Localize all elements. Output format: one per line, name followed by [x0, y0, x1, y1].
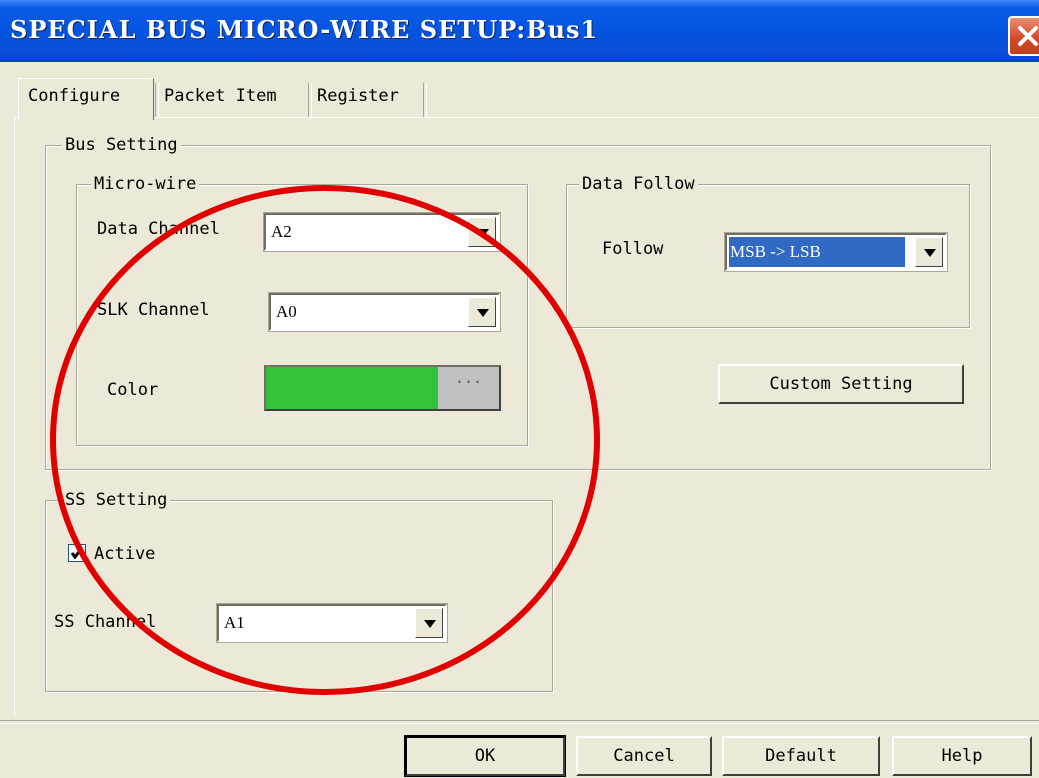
- active-checkbox[interactable]: [68, 544, 86, 562]
- ok-button[interactable]: OK: [404, 735, 566, 777]
- slk-channel-label: SLK Channel: [97, 300, 210, 320]
- data-channel-select[interactable]: A2: [263, 212, 501, 252]
- window-title: SPECIAL BUS MICRO-WIRE SETUP:Bus1: [10, 15, 599, 44]
- ss-channel-value: A1: [224, 613, 245, 632]
- follow-select[interactable]: MSB -> LSB: [724, 232, 948, 272]
- chevron-down-icon: [477, 309, 489, 317]
- help-button[interactable]: Help: [892, 736, 1032, 776]
- dropdown-button[interactable]: [915, 237, 943, 267]
- dropdown-button[interactable]: [415, 608, 443, 638]
- bus-setting-legend: Bus Setting: [62, 134, 181, 156]
- custom-setting-button[interactable]: Custom Setting: [718, 364, 964, 404]
- active-label: Active: [94, 544, 156, 564]
- close-x-icon: [1018, 26, 1038, 46]
- chevron-down-icon: [424, 620, 436, 628]
- color-swatch[interactable]: [266, 367, 438, 409]
- title-bar: SPECIAL BUS MICRO-WIRE SETUP:Bus1: [0, 0, 1039, 62]
- tab-configure[interactable]: Configure: [22, 80, 152, 116]
- chevron-down-icon: [924, 249, 936, 257]
- micro-wire-legend: Micro-wire: [91, 173, 200, 195]
- close-button[interactable]: [1008, 16, 1039, 56]
- data-channel-value: A2: [271, 222, 292, 241]
- bus-setting-group: Bus Setting Micro-wire Data Channel A2 S…: [45, 134, 991, 470]
- ss-channel-select[interactable]: A1: [216, 603, 448, 643]
- color-picker[interactable]: ···: [264, 365, 501, 411]
- follow-label: Follow: [602, 239, 664, 259]
- micro-wire-group: Micro-wire Data Channel A2 SLK Channel A…: [76, 173, 528, 446]
- dropdown-button[interactable]: [468, 297, 496, 327]
- color-label: Color: [107, 380, 159, 400]
- follow-value: MSB -> LSB: [730, 242, 821, 261]
- checkmark-icon: [70, 547, 84, 560]
- data-channel-label: Data Channel: [97, 219, 220, 239]
- data-follow-legend: Data Follow: [579, 173, 698, 195]
- tab-packet-item[interactable]: Packet Item: [158, 80, 308, 116]
- color-browse-button[interactable]: ···: [438, 367, 499, 409]
- tab-register[interactable]: Register: [311, 80, 423, 116]
- chevron-down-icon: [477, 229, 489, 237]
- ss-setting-legend: SS Setting: [62, 489, 171, 511]
- dropdown-button[interactable]: [468, 217, 496, 247]
- data-follow-group: Data Follow Follow MSB -> LSB: [566, 173, 970, 328]
- slk-channel-select[interactable]: A0: [268, 292, 501, 332]
- slk-channel-value: A0: [276, 302, 297, 321]
- tab-separator: [423, 83, 427, 117]
- footer-divider: [0, 720, 1039, 724]
- cancel-button[interactable]: Cancel: [576, 736, 712, 776]
- default-button[interactable]: Default: [722, 736, 880, 776]
- ss-setting-group: SS Setting Active SS Channel A1: [45, 489, 553, 692]
- ss-channel-label: SS Channel: [54, 612, 157, 632]
